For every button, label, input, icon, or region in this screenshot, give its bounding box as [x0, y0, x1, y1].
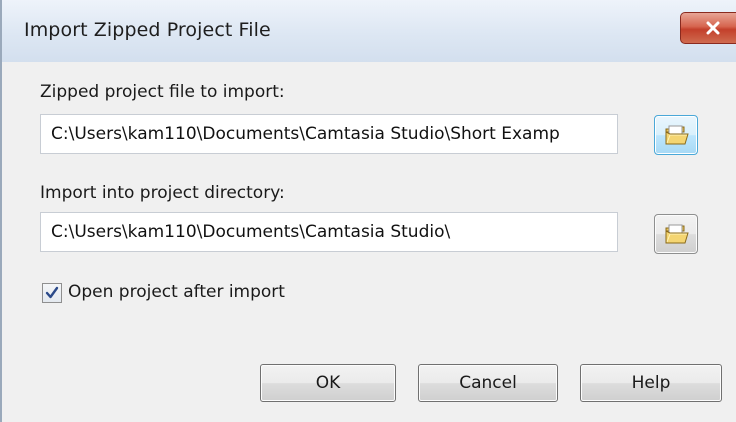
folder-open-icon [665, 125, 689, 145]
close-icon [706, 21, 720, 35]
title-bar[interactable]: Import Zipped Project File [2, 0, 736, 62]
folder-open-icon [665, 224, 689, 244]
zipped-file-label: Zipped project file to import: [40, 82, 285, 102]
open-after-import-label[interactable]: Open project after import [68, 282, 285, 302]
help-button[interactable]: Help [580, 364, 722, 402]
checkmark-icon [45, 286, 59, 299]
import-zipped-project-dialog: Import Zipped Project File Zipped projec… [0, 0, 736, 422]
cancel-button[interactable]: Cancel [418, 364, 558, 402]
browse-import-dir-button[interactable] [654, 214, 698, 254]
ok-button[interactable]: OK [260, 364, 396, 402]
open-after-import-checkbox[interactable] [42, 283, 62, 303]
zipped-file-input[interactable]: C:\Users\kam110\Documents\Camtasia Studi… [40, 114, 618, 154]
import-dir-input[interactable]: C:\Users\kam110\Documents\Camtasia Studi… [40, 212, 618, 252]
close-button[interactable] [680, 12, 736, 44]
dialog-title: Import Zipped Project File [24, 19, 271, 41]
browse-zipped-file-button[interactable] [654, 115, 698, 155]
import-dir-label: Import into project directory: [40, 183, 285, 203]
